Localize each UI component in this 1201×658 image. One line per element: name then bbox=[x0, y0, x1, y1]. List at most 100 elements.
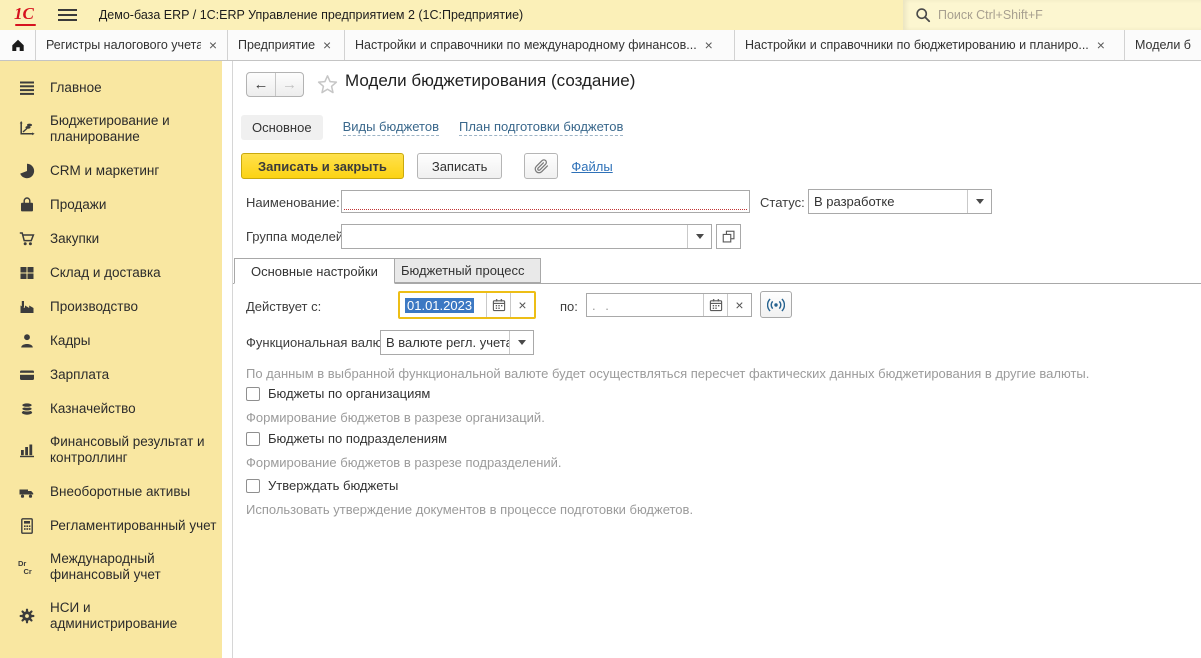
valid-to-label: по: bbox=[560, 299, 578, 314]
tab-ifrs-settings[interactable]: Настройки и справочники по международном… bbox=[345, 30, 735, 60]
checkbox-icon bbox=[246, 387, 260, 401]
forward-button[interactable]: → bbox=[275, 73, 303, 96]
checkbox-label: Утверждать бюджеты bbox=[268, 478, 398, 493]
cart-icon bbox=[17, 230, 36, 248]
close-icon[interactable]: × bbox=[209, 38, 217, 52]
tab-home[interactable] bbox=[0, 30, 36, 60]
paperclip-icon bbox=[534, 159, 549, 174]
name-field bbox=[341, 190, 750, 213]
payroll-card-icon bbox=[17, 366, 36, 384]
checkbox-hint: Использовать утверждение документов в пр… bbox=[246, 502, 693, 517]
valid-from-value: 01.01.2023 bbox=[405, 298, 474, 313]
status-combobox[interactable]: В разработке bbox=[808, 189, 992, 214]
svg-text:Cr: Cr bbox=[24, 567, 32, 576]
checkbox-icon bbox=[246, 432, 260, 446]
name-label: Наименование: bbox=[246, 195, 340, 210]
save-and-close-button[interactable]: Записать и закрыть bbox=[241, 153, 404, 179]
warehouse-grid-icon bbox=[17, 264, 36, 282]
dr-cr-icon: DrCr bbox=[17, 558, 36, 576]
search-input[interactable] bbox=[938, 8, 1201, 22]
open-form-icon bbox=[721, 229, 736, 244]
sidebar-item-treasury[interactable]: Казначейство bbox=[0, 392, 222, 426]
sidebar-item-purchases[interactable]: Закупки bbox=[0, 222, 222, 256]
sidebar-item-warehouse[interactable]: Склад и доставка bbox=[0, 256, 222, 290]
budget-chart-icon bbox=[17, 120, 36, 138]
valid-from-field[interactable]: 01.01.2023 × bbox=[398, 291, 536, 319]
pie-chart-icon bbox=[17, 162, 36, 180]
app-window: 1С Демо-база ERP / 1С:ERP Управление пре… bbox=[0, 0, 1201, 658]
group-dropdown-button[interactable] bbox=[687, 225, 711, 248]
person-icon bbox=[17, 332, 36, 350]
app-title: Демо-база ERP / 1С:ERP Управление предпр… bbox=[99, 8, 523, 22]
sidebar-item-payroll[interactable]: Зарплата bbox=[0, 358, 222, 392]
valid-to-clear-button[interactable]: × bbox=[727, 294, 751, 316]
global-search bbox=[903, 0, 1201, 30]
files-link[interactable]: Файлы bbox=[571, 159, 612, 174]
sidebar-item-crm[interactable]: CRM и маркетинг bbox=[0, 154, 222, 188]
nav-item-prep-plan[interactable]: План подготовки бюджетов bbox=[459, 119, 623, 136]
sidebar-item-regulated[interactable]: Регламентированный учет bbox=[0, 509, 222, 543]
tab-budget-process[interactable]: Бюджетный процесс bbox=[385, 258, 541, 283]
valid-to-field[interactable]: . . × bbox=[586, 293, 752, 317]
close-icon[interactable]: × bbox=[1097, 38, 1105, 52]
checkbox-budgets-by-dept[interactable]: Бюджеты по подразделениям bbox=[246, 431, 447, 446]
form-content: ← → Модели бюджетирования (создание) Осн… bbox=[232, 61, 1201, 658]
calendar-icon bbox=[709, 298, 723, 312]
checkbox-approve-budgets[interactable]: Утверждать бюджеты bbox=[246, 478, 398, 493]
currency-note: По данным в выбранной функциональной вал… bbox=[246, 366, 1089, 381]
checkbox-hint: Формирование бюджетов в разрезе организа… bbox=[246, 410, 545, 425]
group-value bbox=[342, 225, 687, 248]
factory-icon bbox=[17, 298, 36, 316]
tab-budget-models[interactable]: Модели бю bbox=[1125, 30, 1201, 60]
status-label: Статус: bbox=[760, 195, 805, 210]
sidebar-item-sales[interactable]: Продажи bbox=[0, 188, 222, 222]
chevron-down-icon bbox=[518, 340, 526, 345]
valid-from-calendar-button[interactable] bbox=[486, 293, 510, 317]
nav-item-main[interactable]: Основное bbox=[241, 115, 323, 140]
group-combobox[interactable] bbox=[341, 224, 712, 249]
name-input[interactable] bbox=[342, 191, 749, 212]
command-bar: Записать и закрыть Записать Файлы bbox=[241, 153, 613, 179]
main-menu-hamburger-icon[interactable] bbox=[58, 9, 77, 21]
back-button[interactable]: ← bbox=[247, 73, 275, 96]
valid-from-clear-button[interactable]: × bbox=[510, 293, 534, 317]
sidebar-item-hr[interactable]: Кадры bbox=[0, 324, 222, 358]
window-tabbar: Регистры налогового учета × Предприятие … bbox=[0, 30, 1201, 61]
save-button[interactable]: Записать bbox=[417, 153, 503, 179]
sidebar-item-assets[interactable]: Внеоборотные активы bbox=[0, 475, 222, 509]
tab-budgeting-settings[interactable]: Настройки и справочники по бюджетировани… bbox=[735, 30, 1125, 60]
nav-item-budget-kinds[interactable]: Виды бюджетов bbox=[343, 119, 439, 136]
favorite-star-icon[interactable] bbox=[317, 74, 338, 95]
valid-to-calendar-button[interactable] bbox=[703, 294, 727, 316]
group-open-button[interactable] bbox=[716, 224, 741, 249]
sidebar-item-nsi-admin[interactable]: НСИ и администрирование bbox=[0, 592, 222, 641]
checkbox-budgets-by-org[interactable]: Бюджеты по организациям bbox=[246, 386, 430, 401]
valid-from-label: Действует с: bbox=[246, 299, 321, 314]
home-icon bbox=[10, 37, 26, 53]
sidebar-item-finresult[interactable]: Финансовый результат и контроллинг bbox=[0, 426, 222, 475]
periodicity-button[interactable] bbox=[760, 291, 792, 318]
currency-combobox[interactable]: В валюте регл. учета bbox=[380, 330, 534, 355]
tab-basic-settings[interactable]: Основные настройки bbox=[234, 258, 395, 284]
sidebar-item-budgeting[interactable]: Бюджетирование и планирование bbox=[0, 105, 222, 154]
close-icon[interactable]: × bbox=[323, 38, 331, 52]
sidebar-item-ifrs[interactable]: DrCr Международный финансовый учет bbox=[0, 543, 222, 592]
attach-files-button[interactable] bbox=[524, 153, 558, 179]
periodicity-waves-icon bbox=[767, 296, 785, 314]
sidebar-item-production[interactable]: Производство bbox=[0, 290, 222, 324]
status-dropdown-button[interactable] bbox=[967, 190, 991, 213]
chevron-down-icon bbox=[696, 234, 704, 239]
sidebar-item-main[interactable]: Главное bbox=[0, 71, 222, 105]
status-value: В разработке bbox=[809, 190, 967, 213]
sidebar-splitter[interactable] bbox=[222, 61, 232, 658]
truck-icon bbox=[17, 483, 36, 501]
close-icon[interactable]: × bbox=[705, 38, 713, 52]
page-title: Модели бюджетирования (создание) bbox=[345, 71, 635, 91]
valid-to-placeholder: . . bbox=[587, 294, 703, 316]
search-icon bbox=[915, 7, 931, 23]
tab-enterprise[interactable]: Предприятие × bbox=[228, 30, 345, 60]
briefcase-icon bbox=[17, 196, 36, 214]
tab-tax-registers[interactable]: Регистры налогового учета × bbox=[36, 30, 228, 60]
currency-dropdown-button[interactable] bbox=[509, 331, 533, 354]
menu-lines-icon bbox=[17, 79, 36, 97]
